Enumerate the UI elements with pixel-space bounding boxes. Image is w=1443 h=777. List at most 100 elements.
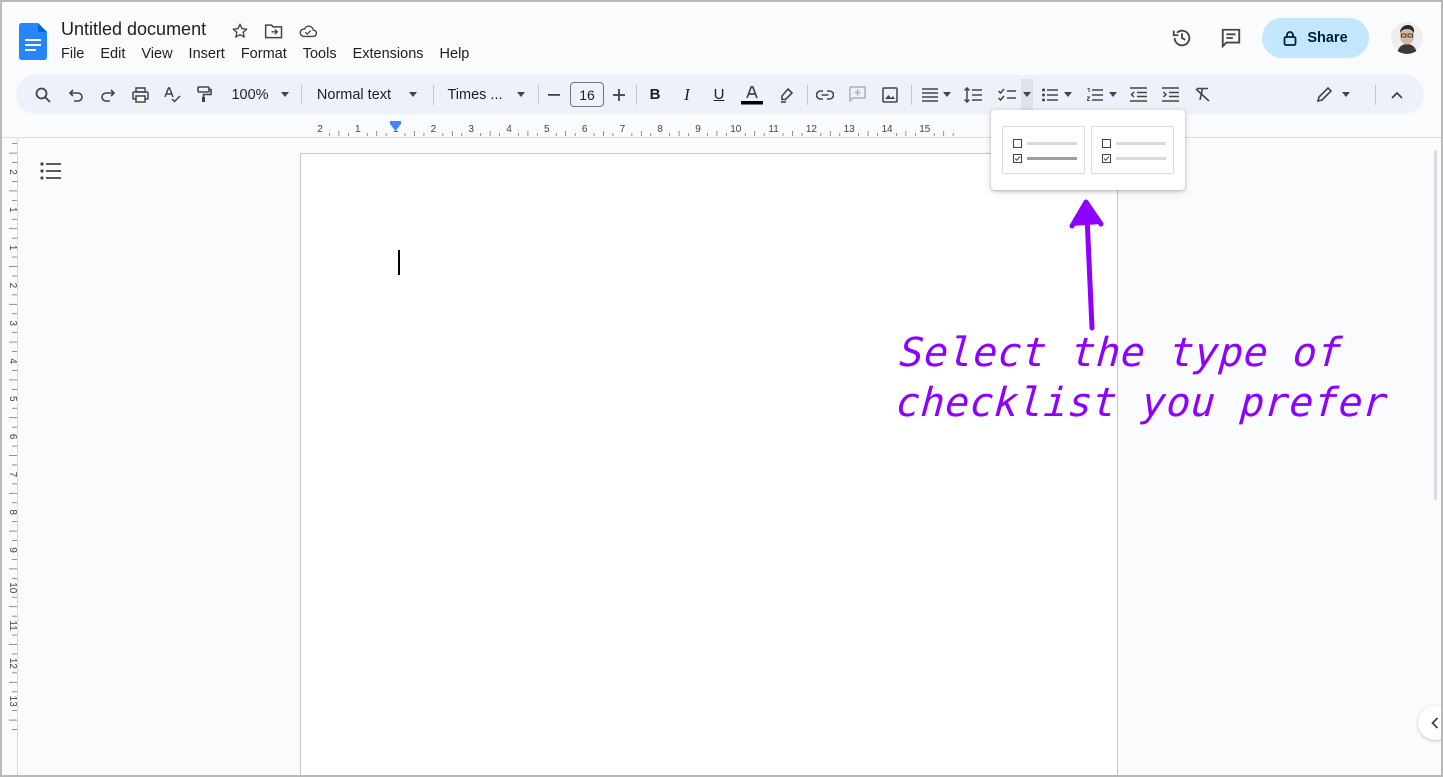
cloud-saved-icon[interactable] (298, 21, 318, 41)
menu-bar: File Edit View Insert Format Tools Exten… (61, 46, 485, 62)
docs-logo-icon[interactable] (19, 23, 47, 60)
scrollbar[interactable] (1434, 150, 1437, 500)
annotation-arrow-icon (1069, 199, 1104, 331)
checkbox-icon (1102, 138, 1111, 148)
strikethrough-line (1027, 156, 1077, 160)
ruler-label: 5 (544, 124, 550, 135)
chevron-down-icon (1064, 92, 1072, 97)
placeholder-line (1116, 141, 1166, 145)
document-title[interactable]: Untitled document (61, 19, 206, 40)
chevron-down-icon (1023, 92, 1031, 97)
menu-help[interactable]: Help (440, 46, 478, 62)
checklist-icon[interactable] (996, 75, 1018, 114)
ruler-label: 11 (7, 620, 18, 631)
search-menus-icon[interactable] (32, 75, 54, 114)
spellcheck-icon[interactable] (161, 75, 183, 114)
font-size-input[interactable]: 16 (570, 82, 604, 107)
version-history-icon[interactable] (1162, 18, 1202, 58)
highlight-color-icon[interactable] (775, 75, 797, 114)
menu-view[interactable]: View (141, 46, 180, 62)
insert-image-icon[interactable] (879, 75, 901, 114)
placeholder-line (1027, 141, 1077, 145)
menu-extensions[interactable]: Extensions (353, 46, 432, 62)
ruler-label: 5 (7, 396, 18, 402)
side-panel-toggle[interactable] (1418, 706, 1443, 740)
indent-marker[interactable] (390, 124, 401, 131)
share-label: Share (1307, 30, 1348, 46)
increase-font-size-icon[interactable] (611, 75, 627, 114)
menu-file[interactable]: File (61, 46, 92, 62)
add-comment-icon[interactable] (846, 75, 868, 114)
align-menu[interactable] (919, 75, 953, 114)
first-line-indent-marker[interactable] (390, 121, 401, 124)
zoom-value: 100% (231, 86, 269, 103)
text-cursor (398, 250, 400, 275)
share-button[interactable]: Share (1262, 18, 1369, 58)
insert-link-icon[interactable] (814, 75, 836, 114)
ruler-label: 1 (355, 124, 361, 135)
increase-indent-icon[interactable] (1159, 75, 1181, 114)
paint-format-icon[interactable] (193, 75, 215, 114)
ruler-label: 15 (919, 124, 931, 135)
underline-icon[interactable]: U (708, 75, 730, 114)
hide-menus-icon[interactable] (1386, 75, 1408, 114)
toolbar: 100% Normal text Times ... 16 B I U (16, 75, 1424, 114)
style-select[interactable]: Normal text (314, 75, 420, 114)
document-page[interactable] (300, 153, 1118, 777)
line-spacing-icon[interactable] (962, 75, 984, 114)
bulleted-list-menu[interactable] (1039, 75, 1075, 114)
numbered-list-menu[interactable] (1084, 75, 1120, 114)
italic-icon[interactable]: I (676, 75, 698, 114)
horizontal-ruler[interactable]: 21123456789101112131415 (300, 120, 990, 138)
move-folder-icon[interactable] (264, 21, 284, 41)
ruler-label: 6 (7, 434, 18, 440)
ruler-label: 7 (620, 124, 626, 135)
ruler-label: 1 (7, 207, 18, 213)
decrease-indent-icon[interactable] (1127, 75, 1149, 114)
undo-icon[interactable] (65, 75, 87, 114)
ruler-label: 12 (7, 658, 18, 670)
toolbar-divider (636, 85, 637, 105)
toolbar-divider (301, 85, 302, 105)
bold-icon[interactable]: B (644, 75, 666, 114)
menu-insert[interactable]: Insert (189, 46, 233, 62)
chevron-down-icon (280, 92, 289, 97)
chevron-left-icon (1431, 717, 1439, 729)
ruler-label: 2 (7, 283, 18, 289)
chevron-down-icon (942, 92, 951, 97)
font-select[interactable]: Times ... (445, 75, 527, 114)
editing-mode-menu[interactable] (1313, 75, 1353, 114)
decrease-font-size-icon[interactable] (546, 75, 562, 114)
checklist-strikethrough-option[interactable] (1002, 126, 1085, 174)
ruler-label: 10 (7, 582, 18, 594)
vertical-ruler[interactable]: 2112345678910111213 (2, 138, 18, 775)
zoom-select[interactable]: 100% (226, 75, 294, 114)
bulleted-list-icon (1042, 88, 1058, 101)
print-icon[interactable] (129, 75, 151, 114)
menu-format[interactable]: Format (241, 46, 295, 62)
ruler-label: 3 (7, 320, 18, 326)
annotation-text: Select the type of checklist you prefer (895, 328, 1390, 428)
placeholder-line (1116, 156, 1166, 160)
menu-tools[interactable]: Tools (303, 46, 345, 62)
annotation-line: Select the type of (898, 330, 1344, 376)
lock-icon (1283, 31, 1297, 46)
ruler-label: 8 (7, 509, 18, 515)
checklist-menu-toggle[interactable] (1021, 79, 1033, 110)
toolbar-divider (433, 85, 434, 105)
ruler-label: 2 (317, 124, 323, 135)
redo-icon[interactable] (97, 75, 119, 114)
comments-icon[interactable] (1211, 18, 1251, 58)
ruler-label: 13 (844, 124, 856, 135)
avatar[interactable] (1391, 22, 1423, 54)
checklist-plain-option[interactable] (1091, 126, 1174, 174)
clear-formatting-icon[interactable] (1191, 75, 1213, 114)
menu-edit[interactable]: Edit (100, 46, 133, 62)
ruler-label: 4 (7, 358, 18, 364)
ruler-label: 11 (768, 124, 779, 135)
ruler-label: 7 (7, 472, 18, 478)
star-icon[interactable] (230, 21, 250, 41)
ruler-label: 6 (582, 124, 588, 135)
document-outline-icon[interactable] (40, 162, 62, 180)
text-color-icon[interactable] (739, 75, 765, 114)
